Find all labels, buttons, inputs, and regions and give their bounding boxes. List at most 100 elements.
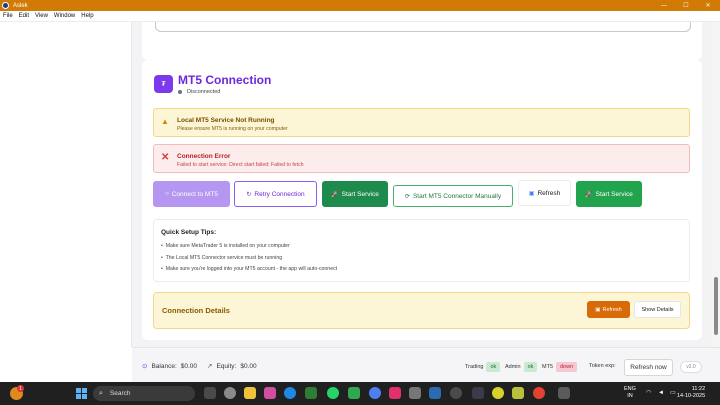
tip-item: • Make sure you're logged into your MT5 … xyxy=(161,266,338,272)
search-icon: ⌕ xyxy=(99,389,103,397)
settings-icon[interactable] xyxy=(409,387,421,399)
edge-icon[interactable] xyxy=(284,387,296,399)
window-title: Aslek xyxy=(13,2,28,9)
trading-status: Trading ok xyxy=(465,362,501,372)
retry-connection-button[interactable]: ↻ Retry Connection xyxy=(234,181,317,207)
start-service-button[interactable]: 🚀 Start Service xyxy=(322,181,388,207)
restart-icon: ⟳ xyxy=(404,193,410,200)
app-icon-shield[interactable] xyxy=(429,387,441,399)
error-message: Failed to start service: Direct start fa… xyxy=(177,162,304,168)
version-badge: v2.0 xyxy=(680,361,702,373)
taskbar-search[interactable]: ⌕ Search xyxy=(93,386,195,401)
scrollbar[interactable] xyxy=(712,22,720,347)
token-expiry: Token exp: xyxy=(589,363,616,369)
retry-label: Retry Connection xyxy=(254,190,305,198)
details-refresh-icon: ▣ xyxy=(595,306,601,313)
error-icon: ✕ xyxy=(161,152,170,163)
previous-card-inner xyxy=(155,22,691,32)
title-bar: Aslek — ☐ ✕ xyxy=(0,0,720,11)
app-icon-green[interactable] xyxy=(348,387,360,399)
menu-window[interactable]: Window xyxy=(54,13,75,19)
notification-icon[interactable]: 1 xyxy=(10,385,24,400)
scrollbar-thumb[interactable] xyxy=(714,277,718,335)
start-service-button-2[interactable]: 🚀 Start Service xyxy=(576,181,642,207)
mt5-title: MT5 Connection xyxy=(178,73,272,87)
tip-item: • Make sure MetaTrader 5 is installed on… xyxy=(161,243,290,249)
app-icon-lime[interactable] xyxy=(512,387,524,399)
clock-date: 14-10-2025 xyxy=(677,393,706,399)
mt5-status: MT5 down xyxy=(542,362,578,372)
region-code: IN xyxy=(627,393,633,399)
equity-value: $0.00 xyxy=(240,362,257,370)
refresh-button[interactable]: ▣ Refresh xyxy=(518,180,571,206)
app-icon-blue[interactable] xyxy=(369,387,381,399)
connection-details-panel: Connection Details ▣ Refresh Show Detail… xyxy=(153,292,690,329)
minimize-button[interactable]: — xyxy=(653,0,675,11)
wifi-icon[interactable]: ◠ xyxy=(646,390,651,397)
details-refresh-button[interactable]: ▣ Refresh xyxy=(587,301,630,318)
balance-display: ⊙ Balance: $0.00 xyxy=(142,362,198,371)
battery-icon[interactable]: ▭ xyxy=(670,390,676,397)
refresh-label: Refresh xyxy=(537,189,561,197)
status-dot-icon xyxy=(178,90,182,94)
rocket-icon-2: 🚀 xyxy=(585,191,593,198)
warning-title: Local MT5 Service Not Running xyxy=(177,117,275,124)
warning-icon: ▲ xyxy=(161,117,169,126)
equity-display: ↗ Equity: $0.00 xyxy=(207,362,257,371)
balance-label: Balance: xyxy=(151,362,177,370)
mt5-connection-card: ₮ MT5 Connection Disconnected ▲ Local MT… xyxy=(142,60,702,340)
balance-value: $0.00 xyxy=(180,362,198,370)
warning-message: Please ensure MT5 is running on your com… xyxy=(177,126,288,132)
language-code: ENG xyxy=(624,386,636,392)
maximize-button[interactable]: ☐ xyxy=(675,0,697,11)
media-icon[interactable] xyxy=(450,387,462,399)
main-content: ₮ MT5 Connection Disconnected ▲ Local MT… xyxy=(132,22,712,347)
admin-status: Admin ok xyxy=(505,362,538,372)
start-service-label: Start Service xyxy=(341,190,379,198)
menu-file[interactable]: File xyxy=(3,13,13,19)
menu-help[interactable]: Help xyxy=(81,13,93,19)
connection-status: Disconnected xyxy=(178,89,220,95)
refresh-now-button[interactable]: Refresh now xyxy=(624,359,673,376)
whatsapp-icon[interactable] xyxy=(327,387,339,399)
copilot-icon[interactable] xyxy=(264,387,276,399)
excel-icon[interactable] xyxy=(305,387,317,399)
connection-error-alert: ✕ Connection Error Failed to start servi… xyxy=(153,144,690,173)
close-button[interactable]: ✕ xyxy=(697,0,719,11)
status-footer: ⊙ Balance: $0.00 ↗ Equity: $0.00 Trading… xyxy=(132,347,720,382)
start-manually-label: Start MT5 Connector Manually xyxy=(412,192,502,200)
language-indicator[interactable]: ENG IN xyxy=(624,386,636,400)
trading-badge: ok xyxy=(486,362,501,372)
menu-view[interactable]: View xyxy=(35,13,48,19)
sidebar xyxy=(0,22,132,347)
retry-icon: ↻ xyxy=(246,191,252,198)
details-refresh-label: Refresh xyxy=(602,306,622,313)
rocket-icon: 🚀 xyxy=(331,191,339,198)
show-details-button[interactable]: Show Details xyxy=(634,301,681,318)
connection-details-title: Connection Details xyxy=(162,306,230,315)
app-icon-yellow[interactable] xyxy=(492,387,504,399)
start-connector-manually-button[interactable]: ⟳ Start MT5 Connector Manually xyxy=(393,185,513,207)
chrome-icon[interactable] xyxy=(533,387,545,399)
volume-icon[interactable]: ◄ xyxy=(658,390,664,397)
active-app-icon[interactable] xyxy=(472,387,484,399)
mt5-label: MT5 xyxy=(542,364,553,370)
trend-icon: ↗ xyxy=(207,363,213,370)
file-explorer-icon[interactable] xyxy=(244,387,256,399)
app-icon-gray[interactable] xyxy=(558,387,570,399)
equity-label: Equity: xyxy=(216,362,237,370)
windows-start-icon[interactable] xyxy=(76,388,87,399)
chatgpt-icon[interactable] xyxy=(224,387,236,399)
connect-label: Connect to MT5 xyxy=(171,190,218,198)
search-placeholder: Search xyxy=(109,390,131,397)
app-icon xyxy=(2,2,9,9)
connect-to-mt5-button[interactable]: ○ Connect to MT5 xyxy=(153,181,230,207)
trading-label: Trading xyxy=(465,364,484,370)
admin-label: Admin xyxy=(505,364,521,370)
instagram-icon[interactable] xyxy=(389,387,401,399)
mt5-icon: ₮ xyxy=(154,75,173,93)
task-view-icon[interactable] xyxy=(204,387,216,399)
clock[interactable]: 11:22 14-10-2025 xyxy=(677,386,705,400)
status-text: Disconnected xyxy=(187,89,221,95)
menu-edit[interactable]: Edit xyxy=(19,13,29,19)
